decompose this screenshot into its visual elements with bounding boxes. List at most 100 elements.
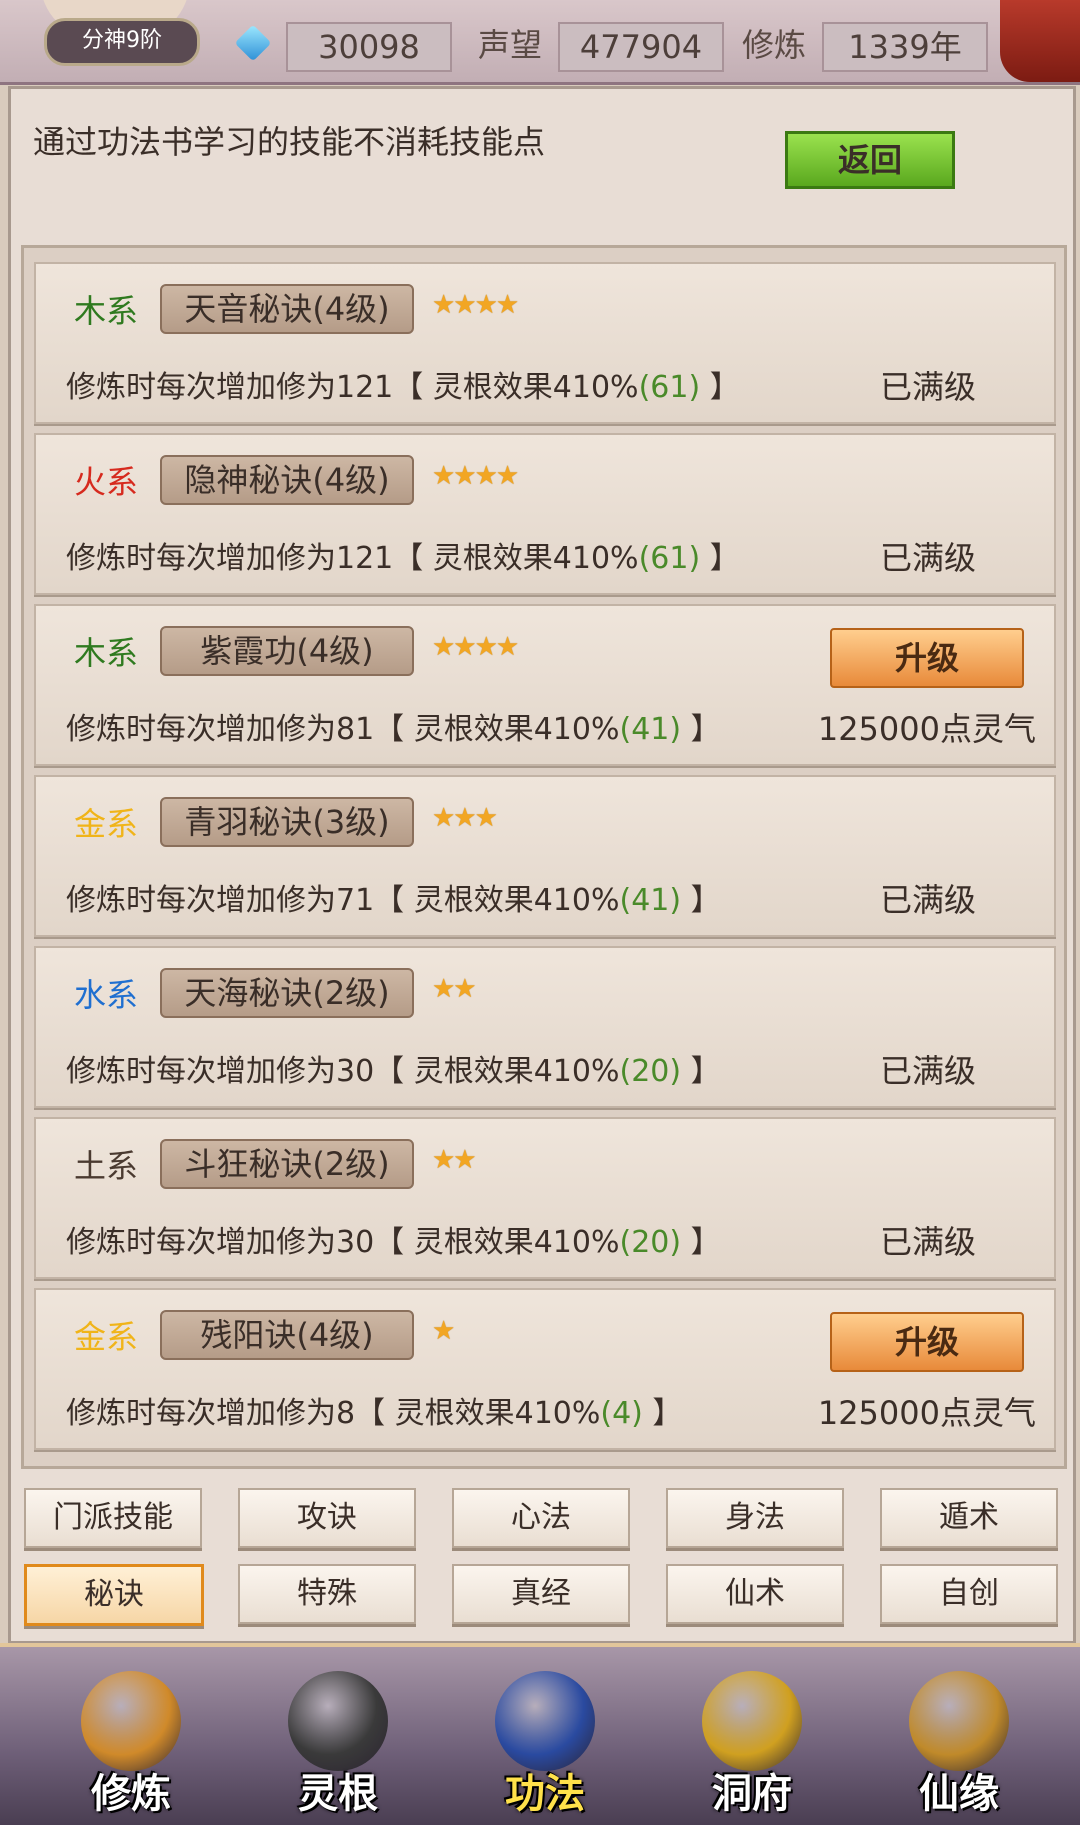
skill-card: 金系 残阳诀(4级) ★ 修炼时每次增加修为8【 灵根效果410%(4) 】 升级 125…: [34, 1288, 1056, 1450]
gems-value: 30098: [286, 22, 452, 72]
tab-真经[interactable]: 真经: [452, 1564, 630, 1624]
reputation-value: 477904: [558, 22, 724, 72]
skill-description: 修炼时每次增加修为121【 灵根效果410%(61) 】: [66, 533, 740, 577]
nav-修炼[interactable]: 修炼: [56, 1661, 206, 1817]
upgrade-cost: 125000点灵气: [817, 1394, 1036, 1432]
skill-description: 修炼时每次增加修为30【 灵根效果410%(20) 】: [66, 1217, 721, 1261]
upgrade-cost: 125000点灵气: [817, 710, 1036, 748]
skill-card: 水系 天海秘诀(2级) ★★ 修炼时每次增加修为30【 灵根效果410%(20) 】 已…: [34, 946, 1056, 1108]
desc-close: 】: [681, 1054, 721, 1089]
element-label: 水系: [74, 976, 139, 1014]
element-label: 火系: [74, 463, 139, 501]
desc-bonus: (61): [638, 541, 701, 576]
max-level-status: 已满级: [879, 539, 976, 577]
desc-text: 修炼时每次增加修为30【 灵根效果410%: [66, 1225, 620, 1260]
skill-list: 木系 天音秘诀(4级) ★★★★ 修炼时每次增加修为121【 灵根效果410%(61)…: [21, 245, 1067, 1469]
lantern-icon: [1000, 0, 1080, 82]
star-rating-icon: ★★★★: [432, 632, 519, 662]
skill-description: 修炼时每次增加修为8【 灵根效果410%(4) 】: [66, 1388, 682, 1432]
star-rating-icon: ★★: [432, 974, 477, 1004]
gem-icon: [234, 24, 272, 62]
skill-description: 修炼时每次增加修为71【 灵根效果410%(41) 】: [66, 875, 721, 919]
star-rating-icon: ★★★★: [432, 461, 519, 491]
notice-text: 通过功法书学习的技能不消耗技能点: [33, 123, 546, 161]
tab-仙术[interactable]: 仙术: [666, 1564, 844, 1624]
tab-攻诀[interactable]: 攻诀: [238, 1488, 416, 1548]
skill-description: 修炼时每次增加修为30【 灵根效果410%(20) 】: [66, 1046, 721, 1090]
desc-close: 】: [681, 712, 721, 747]
skill-card: 土系 斗狂秘诀(2级) ★★ 修炼时每次增加修为30【 灵根效果410%(20) 】 已…: [34, 1117, 1056, 1279]
star-rating-icon: ★★★: [432, 803, 498, 833]
max-level-status: 已满级: [879, 1052, 976, 1090]
skill-card: 金系 青羽秘诀(3级) ★★★ 修炼时每次增加修为71【 灵根效果410%(41) 】…: [34, 775, 1056, 937]
gourd-icon: [909, 1671, 1009, 1771]
tab-门派技能[interactable]: 门派技能: [24, 1488, 202, 1548]
top-bar: 分神9阶 30098 声望 477904 修炼 1339年: [0, 0, 1080, 85]
book-icon: [495, 1671, 595, 1771]
skill-name[interactable]: 天音秘诀(4级): [160, 284, 414, 334]
skill-card: 木系 紫霞功(4级) ★★★★ 修炼时每次增加修为81【 灵根效果410%(41) 】…: [34, 604, 1056, 766]
desc-text: 修炼时每次增加修为121【 灵根效果410%: [66, 541, 639, 576]
max-level-status: 已满级: [879, 368, 976, 406]
desc-text: 修炼时每次增加修为8【 灵根效果410%: [66, 1396, 601, 1431]
desc-text: 修炼时每次增加修为81【 灵根效果410%: [66, 712, 620, 747]
hooded-monk-icon: [81, 1671, 181, 1771]
element-label: 金系: [74, 805, 139, 843]
skill-card: 火系 隐神秘诀(4级) ★★★★ 修炼时每次增加修为121【 灵根效果410%(61)…: [34, 433, 1056, 595]
element-label: 土系: [74, 1147, 139, 1185]
skill-description: 修炼时每次增加修为121【 灵根效果410%(61) 】: [66, 362, 740, 406]
upgrade-button[interactable]: 升级: [830, 1312, 1024, 1372]
skill-name[interactable]: 紫霞功(4级): [160, 626, 414, 676]
skill-name[interactable]: 隐神秘诀(4级): [160, 455, 414, 505]
skill-name[interactable]: 青羽秘诀(3级): [160, 797, 414, 847]
tab-特殊[interactable]: 特殊: [238, 1564, 416, 1624]
nav-仙缘[interactable]: 仙缘: [884, 1661, 1034, 1817]
desc-text: 修炼时每次增加修为30【 灵根效果410%: [66, 1054, 620, 1089]
skill-name[interactable]: 天海秘诀(2级): [160, 968, 414, 1018]
desc-bonus: (4): [600, 1396, 643, 1431]
star-rating-icon: ★★: [432, 1145, 477, 1175]
yin-yang-sword-icon: [288, 1671, 388, 1771]
desc-bonus: (20): [619, 1225, 682, 1260]
tab-心法[interactable]: 心法: [452, 1488, 630, 1548]
max-level-status: 已满级: [879, 1223, 976, 1261]
desc-close: 】: [681, 883, 721, 918]
skill-card: 木系 天音秘诀(4级) ★★★★ 修炼时每次增加修为121【 灵根效果410%(61)…: [34, 262, 1056, 424]
desc-close: 】: [642, 1396, 683, 1431]
element-label: 木系: [74, 634, 139, 672]
tab-遁术[interactable]: 遁术: [880, 1488, 1058, 1548]
nav-label: 仙缘: [919, 1771, 999, 1817]
nav-灵根[interactable]: 灵根: [263, 1661, 413, 1817]
reputation-label: 声望: [478, 26, 543, 64]
rank-badge: 分神9阶: [44, 18, 200, 66]
nav-洞府[interactable]: 洞府: [677, 1661, 827, 1817]
pagoda-icon: [702, 1671, 802, 1771]
upgrade-button[interactable]: 升级: [830, 628, 1024, 688]
skill-name[interactable]: 斗狂秘诀(2级): [160, 1139, 414, 1189]
back-button[interactable]: 返回: [785, 131, 955, 189]
tab-秘诀[interactable]: 秘诀: [24, 1564, 204, 1626]
skill-name[interactable]: 残阳诀(4级): [160, 1310, 414, 1360]
element-label: 金系: [74, 1318, 139, 1356]
bottom-nav: 修炼 灵根 功法 洞府 仙缘: [0, 1643, 1080, 1825]
desc-bonus: (20): [619, 1054, 682, 1089]
tab-自创[interactable]: 自创: [880, 1564, 1058, 1624]
skills-panel: 通过功法书学习的技能不消耗技能点 返回 木系 天音秘诀(4级) ★★★★ 修炼时每次增…: [8, 86, 1076, 1644]
cultivation-value: 1339年: [822, 22, 988, 72]
desc-close: 】: [700, 541, 740, 576]
nav-label: 功法: [505, 1771, 585, 1817]
element-label: 木系: [74, 292, 139, 330]
tab-身法[interactable]: 身法: [666, 1488, 844, 1548]
star-rating-icon: ★★★★: [432, 290, 519, 320]
cultivation-label: 修炼: [742, 26, 807, 64]
star-rating-icon: ★: [432, 1316, 455, 1346]
desc-close: 】: [681, 1225, 721, 1260]
nav-label: 洞府: [712, 1771, 792, 1817]
desc-bonus: (61): [638, 370, 701, 405]
desc-text: 修炼时每次增加修为121【 灵根效果410%: [66, 370, 639, 405]
nav-label: 灵根: [298, 1771, 378, 1817]
desc-bonus: (41): [619, 883, 682, 918]
desc-close: 】: [700, 370, 740, 405]
desc-bonus: (41): [619, 712, 682, 747]
nav-功法[interactable]: 功法: [470, 1661, 620, 1817]
